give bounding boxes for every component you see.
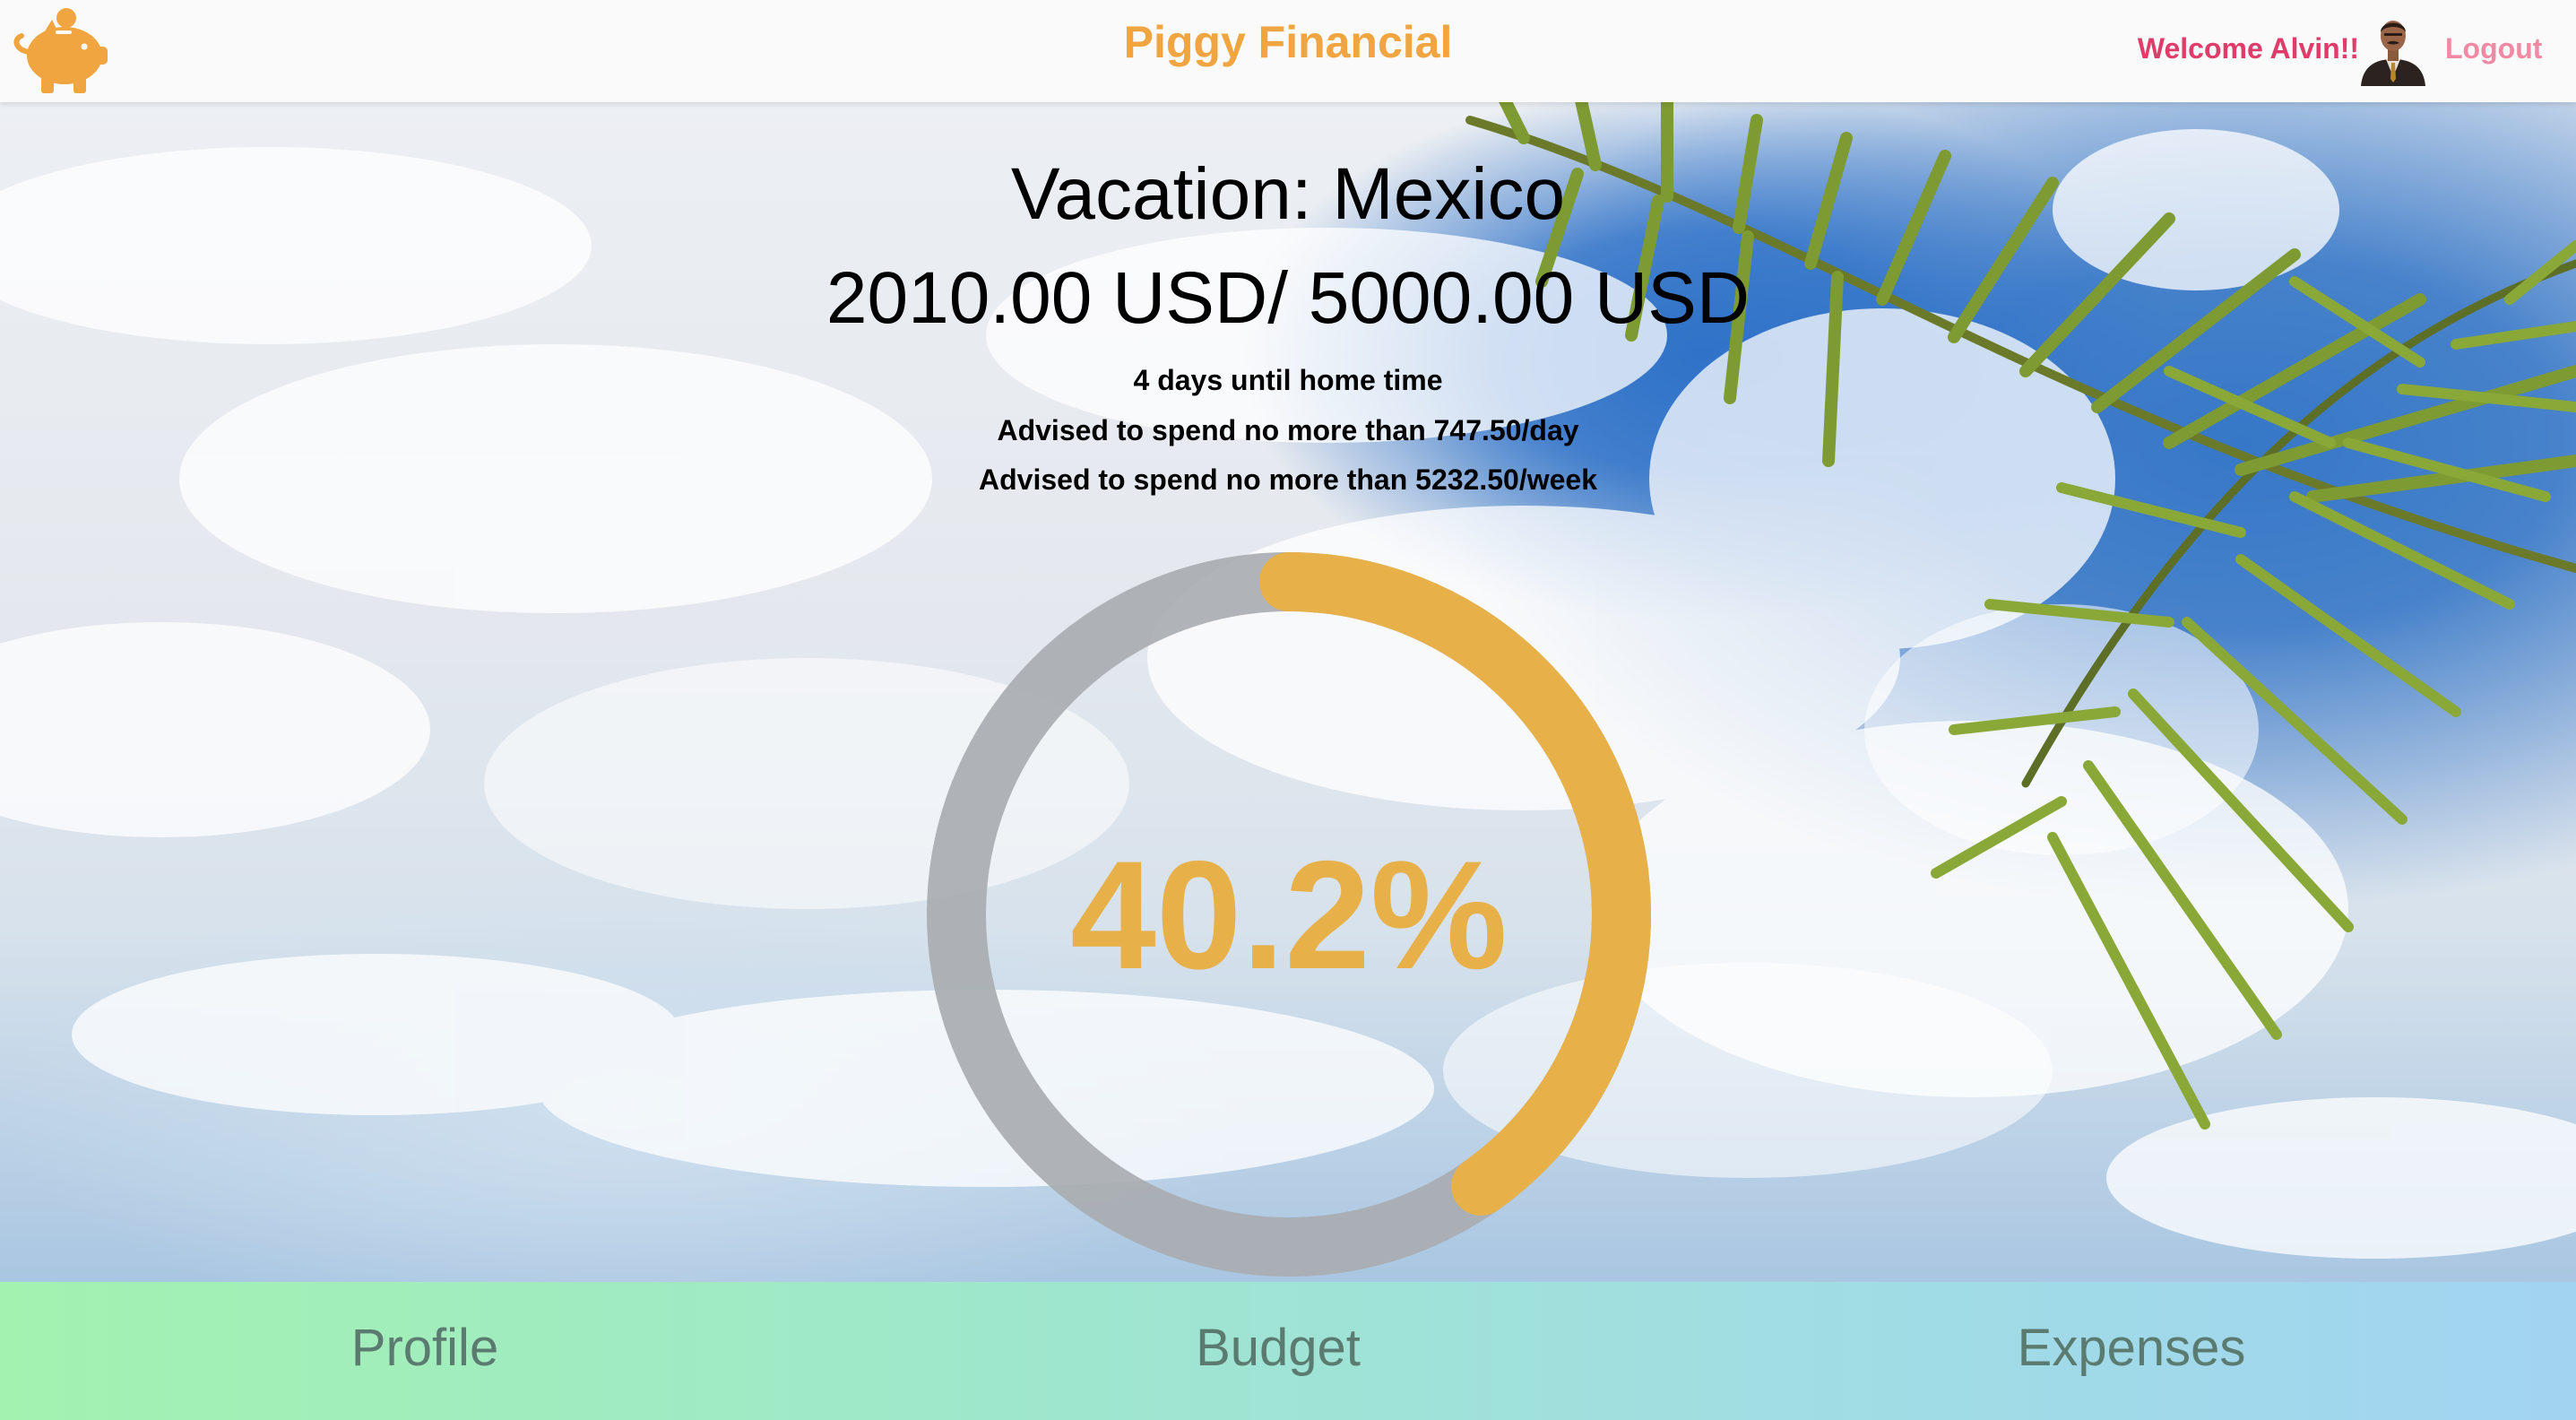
budget-title: Vacation: Mexico (1010, 153, 1566, 235)
nav-expenses[interactable]: Expenses (1863, 1318, 2400, 1378)
days-remaining: 4 days until home time (1133, 364, 1443, 396)
weekly-spend-advice: Advised to spend no more than 5232.50/we… (979, 463, 1597, 496)
nav-profile[interactable]: Profile (156, 1318, 694, 1378)
app-page: Piggy Financial Welcome Alvin!! Logout V… (0, 0, 2576, 1420)
daily-spend-advice: Advised to spend no more than 747.50/day (997, 414, 1579, 446)
budget-progress-percent: 40.2% (1070, 829, 1508, 1001)
budget-detail-main: Vacation: Mexico 2010.00 USD/ 5000.00 US… (0, 102, 2576, 1282)
user-avatar[interactable] (2357, 13, 2429, 86)
top-header: Piggy Financial Welcome Alvin!! Logout (0, 0, 2576, 102)
logout-link[interactable]: Logout (2445, 32, 2542, 65)
bottom-navigation: Profile Budget Expenses (0, 1282, 2576, 1420)
budget-amount: 2010.00 USD/ 5000.00 USD (826, 257, 1750, 339)
welcome-message: Welcome Alvin!! (2137, 32, 2359, 65)
nav-budget[interactable]: Budget (1009, 1318, 1547, 1378)
